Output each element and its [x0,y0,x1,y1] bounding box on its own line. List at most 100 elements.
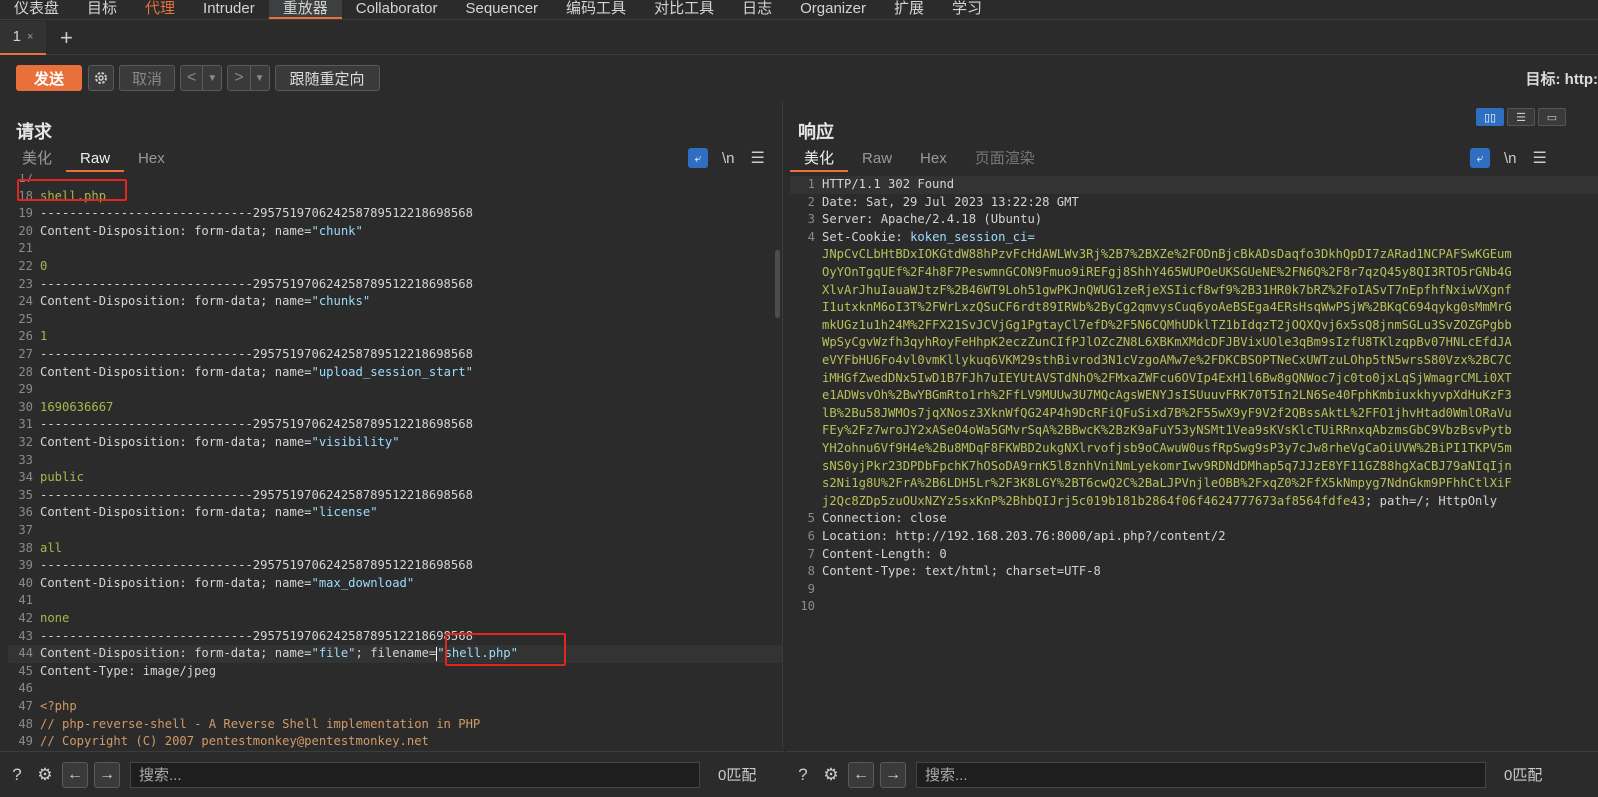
response-tab-3[interactable]: 页面渲染 [961,148,1049,172]
code-line[interactable]: mkUGz1u1h24M%2FFX21SvJCVjGg1PgtayCl7efD%… [790,317,1598,335]
code-line[interactable]: 28 Content-Disposition: form-data; name="… [8,364,782,382]
previous-match-button[interactable]: ← [848,761,874,788]
code-line[interactable]: 41 [8,592,782,610]
code-line[interactable]: j2Qc8ZDp5zuOUxNZYz5sxKnP%2BhbQIJrj5c019b… [790,493,1598,511]
code-line[interactable]: 29 [8,381,782,399]
menu-item-10[interactable]: Organizer [786,0,880,19]
response-tab-2[interactable]: Hex [906,148,961,172]
code-line[interactable]: 19 -----------------------------295751970… [8,205,782,223]
menu-item-12[interactable]: 学习 [938,0,996,19]
code-line[interactable]: 5 Connection: close [790,510,1598,528]
code-line[interactable]: 1 HTTP/1.1 302 Found [790,176,1598,194]
wrap-lines-icon[interactable]: ⤶ [1470,148,1490,168]
menu-item-5[interactable]: Collaborator [342,0,452,19]
response-search-input[interactable]: 搜索... [916,761,1486,788]
previous-match-button[interactable]: ← [62,761,88,788]
code-line[interactable]: 31 -----------------------------295751970… [8,416,782,434]
code-line[interactable]: 2 Date: Sat, 29 Jul 2023 13:22:28 GMT [790,194,1598,212]
repeater-tab-1[interactable]: 1 × [0,20,46,55]
request-scrollbar[interactable] [775,250,780,318]
code-line[interactable]: JNpCvCLbHtBDxIOKGtdW88hPzvFcHdAWLWv3Rj%2… [790,246,1598,264]
show-newlines-toggle[interactable]: \n [1504,150,1517,167]
code-line[interactable]: OyYOnTgqUEf%2F4h8F7PeswmnGCON9Fmuo9iREFg… [790,264,1598,282]
code-line[interactable]: 3 Server: Apache/2.4.18 (Ubuntu) [790,211,1598,229]
request-search-input[interactable]: 搜索... [130,761,700,788]
close-icon[interactable]: × [27,31,33,43]
response-tab-0[interactable]: 美化 [790,148,849,172]
code-line[interactable]: 44 Content-Disposition: form-data; name="… [8,645,782,663]
code-line[interactable]: 20 Content-Disposition: form-data; name="… [8,223,782,241]
code-line[interactable]: 34 public [8,469,782,487]
menu-item-9[interactable]: 日志 [728,0,786,19]
add-tab-button[interactable]: + [60,26,73,48]
code-line[interactable]: 38 all [8,540,782,558]
send-button[interactable]: 发送 [16,65,82,91]
settings-gear-icon[interactable] [88,65,114,91]
hamburger-menu-icon[interactable]: ☰ [1533,148,1547,168]
response-editor[interactable]: 1 HTTP/1.1 302 Found 2 Date: Sat, 29 Jul 20… [790,174,1598,748]
code-line[interactable]: lB%2Bu58JWMOs7jqXNosz3XknWfQG24P4h9DcRFi… [790,405,1598,423]
code-line[interactable]: 27 -----------------------------295751970… [8,346,782,364]
code-line[interactable]: iMHGfZwedDNx5IwD1B7FJh7uIEYUtAVSTdNhO%2F… [790,370,1598,388]
code-line[interactable]: 24 Content-Disposition: form-data; name="… [8,293,782,311]
menu-item-4[interactable]: 重放器 [268,0,342,19]
code-line[interactable]: 36 Content-Disposition: form-data; name="… [8,504,782,522]
code-line[interactable]: 46 [8,680,782,698]
code-line[interactable]: FEy%2Fz7wroJY2xASeO4oWa5GMvrSqA%2BBwcK%2… [790,422,1598,440]
request-tab-2[interactable]: Hex [124,148,179,172]
request-editor[interactable]: 17 18 shell.php 19 -------------------------… [8,174,782,748]
code-line[interactable]: 4 Set-Cookie: koken_session_ci= [790,229,1598,247]
response-tab-1[interactable]: Raw [848,148,906,172]
code-line[interactable]: e1ADWsvOh%2BwYBGmRto1rh%2FfLV9MUUw3U7MQc… [790,387,1598,405]
code-line[interactable]: I1utxknM6oI3T%2FWrLxzQSuCF6rdt89IRWb%2By… [790,299,1598,317]
menu-item-7[interactable]: 编码工具 [552,0,640,19]
menu-item-2[interactable]: 代理 [131,0,189,19]
code-line[interactable]: 42 none [8,610,782,628]
code-line[interactable]: 47 <?php [8,698,782,716]
hamburger-menu-icon[interactable]: ☰ [751,148,765,168]
code-line[interactable]: 23 -----------------------------295751970… [8,276,782,294]
code-line[interactable]: 9 [790,581,1598,599]
settings-gear-icon[interactable]: ⚙ [34,764,56,786]
code-line[interactable]: 37 [8,522,782,540]
code-line[interactable]: 26 1 [8,328,782,346]
follow-redirect-button[interactable]: 跟随重定向 [274,65,380,91]
code-line[interactable]: s2Ni1g8U%2FrA%2B6LDH5Lr%2F3K8LGY%2BT6cwQ… [790,475,1598,493]
code-line[interactable]: 6 Location: http://192.168.203.76:8000/ap… [790,528,1598,546]
wrap-lines-icon[interactable]: ⤶ [688,148,708,168]
request-tab-1[interactable]: Raw [66,148,125,172]
history-forward-button[interactable]: > ▼ [227,65,270,91]
menu-item-11[interactable]: 扩展 [880,0,938,19]
single-pane-icon[interactable]: ▭ [1538,108,1566,126]
split-rows-icon[interactable]: ☰ [1507,108,1535,126]
code-line[interactable]: 43 -----------------------------295751970… [8,628,782,646]
next-match-button[interactable]: → [880,761,906,788]
menu-item-8[interactable]: 对比工具 [640,0,728,19]
code-line[interactable]: sNS0yjPkr23DPDbFpchK7hOSoDA9rnK5l8znhVni… [790,458,1598,476]
next-match-button[interactable]: → [94,761,120,788]
code-line[interactable]: YH2ohnu6Vf9H4e%2Bu8MDqF8FKWBD2ukgNXlrvof… [790,440,1598,458]
menu-item-3[interactable]: Intruder [189,0,269,19]
request-tab-0[interactable]: 美化 [8,148,66,172]
help-icon[interactable]: ? [6,764,28,786]
code-line[interactable]: 39 -----------------------------295751970… [8,557,782,575]
dropdown-caret-icon[interactable]: ▼ [249,66,269,90]
code-line[interactable]: 35 -----------------------------295751970… [8,487,782,505]
code-line[interactable]: 22 0 [8,258,782,276]
code-line[interactable]: eVYFbHU6Fo4vl0vmKllykuq6VKM29sthBivrod3N… [790,352,1598,370]
menu-item-0[interactable]: 仪表盘 [0,0,73,19]
settings-gear-icon[interactable]: ⚙ [820,764,842,786]
code-line[interactable]: WpSyCgvWzfh3qyhRoyFeHhpK2eczZunCIfPJlOZc… [790,334,1598,352]
split-columns-icon[interactable]: ▯▯ [1476,108,1504,126]
code-line[interactable]: 25 [8,311,782,329]
dropdown-caret-icon[interactable]: ▼ [202,66,221,90]
target-label[interactable]: 目标: http: [1526,68,1598,89]
code-line[interactable]: 7 Content-Length: 0 [790,546,1598,564]
code-line[interactable]: 30 1690636667 [8,399,782,417]
menu-item-1[interactable]: 目标 [73,0,131,19]
code-line[interactable]: 32 Content-Disposition: form-data; name="… [8,434,782,452]
code-line[interactable]: 10 [790,598,1598,616]
code-line[interactable]: 21 [8,240,782,258]
code-line[interactable]: 33 [8,452,782,470]
code-line[interactable]: 8 Content-Type: text/html; charset=UTF-8 [790,563,1598,581]
